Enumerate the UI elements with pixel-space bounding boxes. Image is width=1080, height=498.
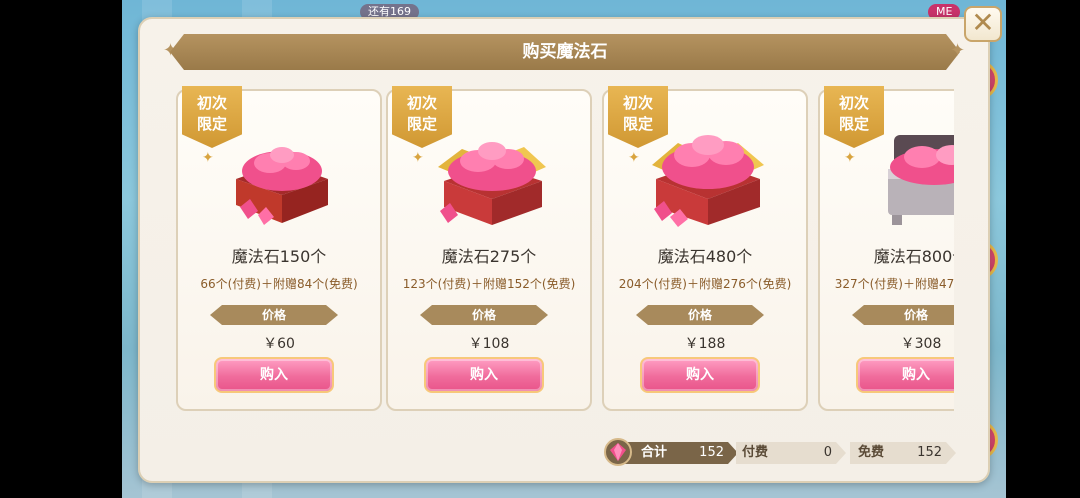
buy-button[interactable]: 购入 xyxy=(214,357,334,393)
buy-button[interactable]: 购入 xyxy=(640,357,760,393)
product-card: 初次 限定 ✦ 魔法石150个 66个(付费)＋附赠84个(免费) 价格 ￥60… xyxy=(176,86,382,411)
gem-box-open-icon xyxy=(438,142,546,225)
product-card: 初次 限定 ✦ 魔法石480个 204个(付费)＋附赠276个(免费) 价格 ￥… xyxy=(602,86,808,411)
ribbon-line: 初次 xyxy=(622,94,653,112)
free-label: 免费 xyxy=(858,445,885,460)
product-detail: 327个(付费)＋附赠473个(免费) xyxy=(834,277,954,291)
total-label: 合计 xyxy=(641,445,668,460)
price-value: ￥308 xyxy=(900,336,942,352)
paid-label: 付费 xyxy=(742,445,769,460)
product-name: 魔法石275个 xyxy=(441,247,537,266)
price-value: ￥188 xyxy=(684,336,726,352)
buy-button[interactable]: 购入 xyxy=(424,357,544,393)
price-label: 价格 xyxy=(420,305,548,325)
screen: 还有169 ME ✦ 购买魔法石 ✦ ✕ 初次 限定 ✦ 魔法石150个 66个… xyxy=(0,0,1080,498)
gem-box-small-icon xyxy=(236,147,328,225)
product-name: 魔法石150个 xyxy=(231,247,327,266)
close-button[interactable]: ✕ xyxy=(964,6,1002,42)
ribbon-star-icon: ✦ xyxy=(202,150,214,166)
price-value: ￥108 xyxy=(468,336,510,352)
buy-button[interactable]: 购入 xyxy=(856,357,954,393)
price-label: 价格 xyxy=(852,305,954,325)
product-detail: 204个(付费)＋附赠276个(免费) xyxy=(618,277,792,291)
dialog-title: 购买魔法石 xyxy=(170,34,960,70)
ribbon-star-icon: ✦ xyxy=(844,150,856,166)
price-label: 价格 xyxy=(210,305,338,325)
price-label: 价格 xyxy=(636,305,764,325)
ribbon-line: 初次 xyxy=(406,94,437,112)
total-value: 152 xyxy=(699,445,724,460)
product-card: 初次 限定 ✦ 魔法石800个 327个(付费)＋附赠473个(免费) 价格 ￥… xyxy=(818,86,954,411)
title-right-ornament-icon: ✦ xyxy=(950,40,966,61)
ribbon-line: 初次 xyxy=(196,94,227,112)
price-value: ￥60 xyxy=(263,336,295,352)
product-list[interactable]: 初次 限定 ✦ 魔法石150个 66个(付费)＋附赠84个(免费) 价格 ￥60… xyxy=(176,86,954,414)
ribbon-line: 初次 xyxy=(838,94,869,112)
gem-box-large-icon xyxy=(652,135,764,227)
magic-stone-icon xyxy=(604,438,632,466)
product-name: 魔法石480个 xyxy=(657,247,753,266)
ribbon-star-icon: ✦ xyxy=(412,150,424,166)
product-detail: 66个(付费)＋附赠84个(免费) xyxy=(200,277,358,291)
free-value: 152 xyxy=(917,445,942,460)
product-detail: 123个(付费)＋附赠152个(免费) xyxy=(402,277,576,291)
product-card: 初次 限定 ✦ 魔法石275个 123个(付费)＋附赠152个(免费) 价格 ￥… xyxy=(386,86,592,411)
gem-chest-icon xyxy=(888,135,954,225)
paid-value: 0 xyxy=(823,445,832,460)
ribbon-star-icon: ✦ xyxy=(628,150,640,166)
product-name: 魔法石800个 xyxy=(873,247,954,266)
